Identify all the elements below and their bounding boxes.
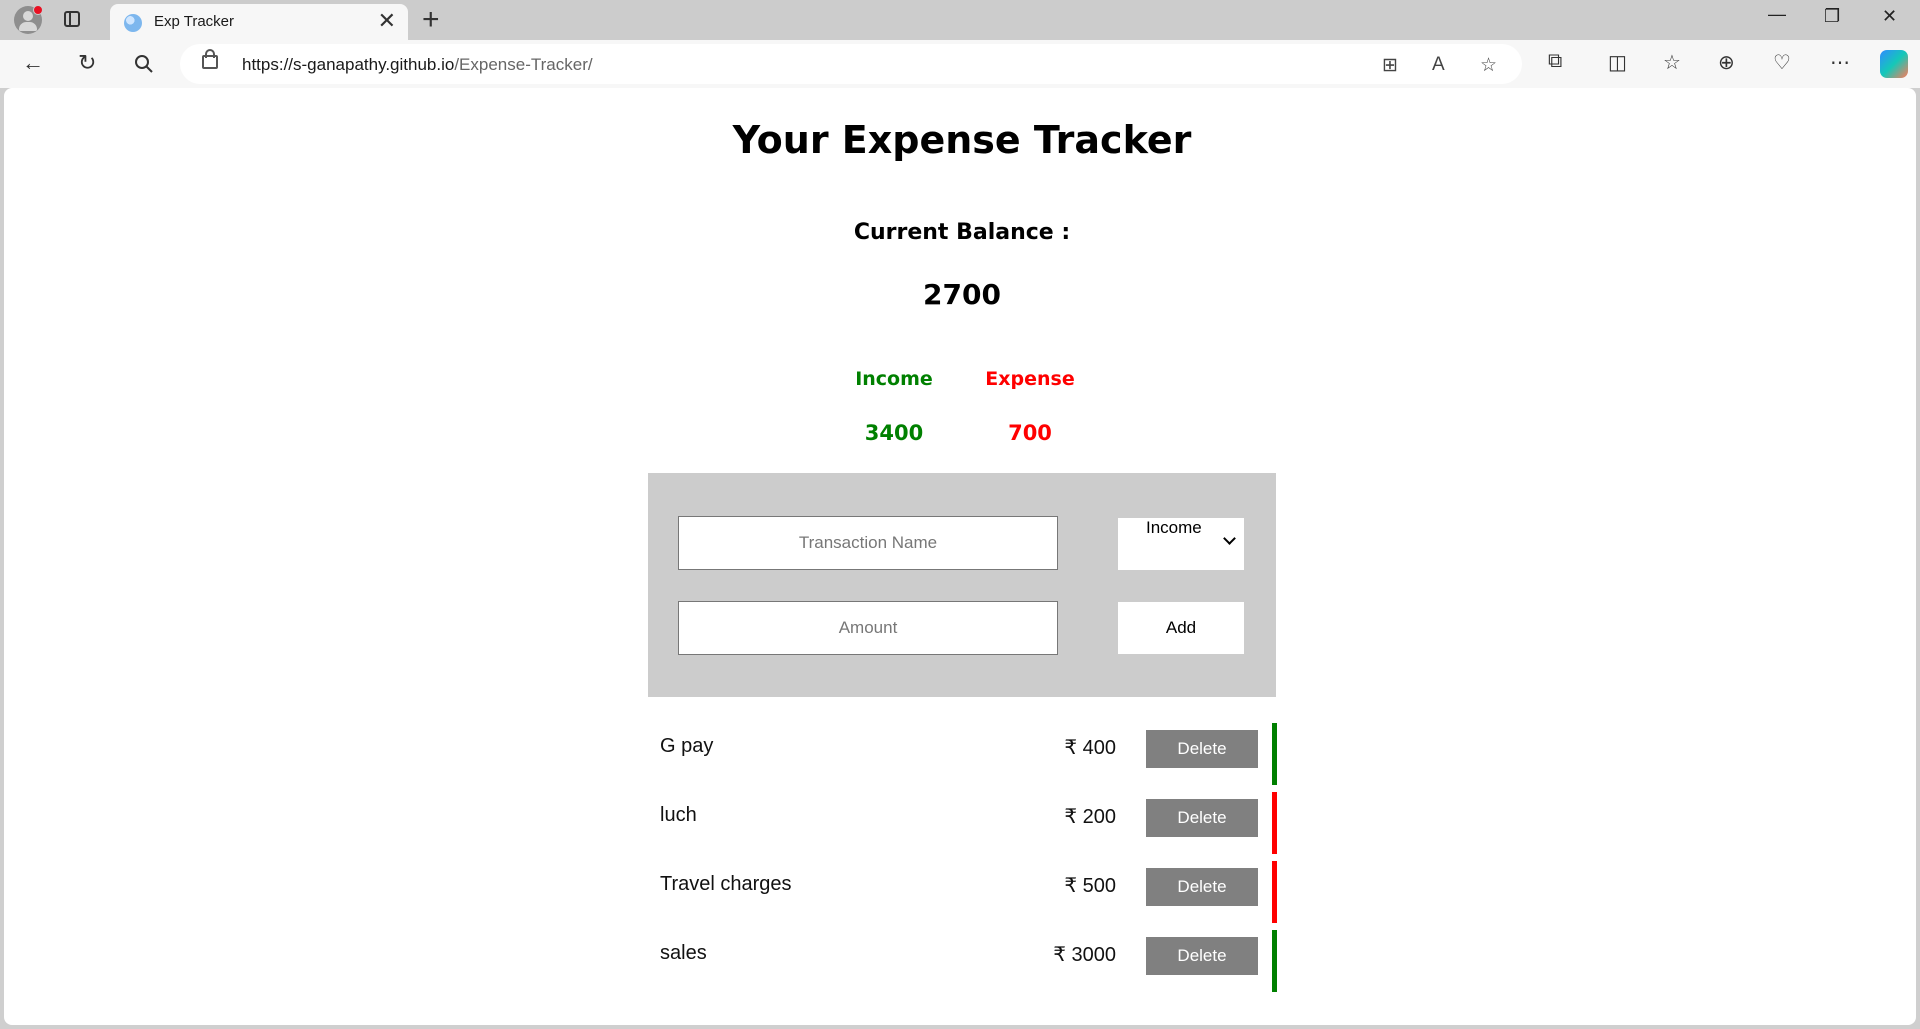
- transaction-type-value: Income: [1146, 518, 1202, 537]
- transaction-form: Income Add: [648, 473, 1276, 697]
- transaction-amount: ₹ 400: [1064, 737, 1116, 759]
- transaction-row: Travel charges ₹ 500 Delete: [648, 861, 1277, 930]
- balance-label: Current Balance :: [853, 220, 1071, 245]
- tab-actions-icon[interactable]: [64, 11, 80, 27]
- browser-tab[interactable]: Exp Tracker ✕: [110, 4, 408, 40]
- url-field[interactable]: https://s-ganapathy.github.io/Expense-Tr…: [180, 44, 1522, 84]
- tab-strip: Exp Tracker ✕ + — ❐ ✕: [0, 0, 1920, 40]
- split-screen-icon[interactable]: ◫: [1608, 50, 1627, 75]
- transaction-name: sales: [660, 942, 707, 964]
- address-bar: ← ↻ https://s-ganapathy.github.io/Expens…: [0, 40, 1920, 88]
- delete-button[interactable]: Delete: [1146, 730, 1258, 768]
- favorite-icon[interactable]: ☆: [1480, 54, 1497, 77]
- favorites-icon[interactable]: ☆: [1663, 50, 1681, 75]
- income-indicator-bar: [1272, 723, 1277, 785]
- app-available-icon[interactable]: ⊞: [1382, 54, 1398, 77]
- expense-indicator-bar: [1272, 792, 1277, 854]
- transaction-list: G pay ₹ 400 Delete luch ₹ 200 Delete Tra…: [648, 723, 1277, 999]
- income-indicator-bar: [1272, 930, 1277, 992]
- transaction-row: G pay ₹ 400 Delete: [648, 723, 1277, 792]
- transaction-row: sales ₹ 3000 Delete: [648, 930, 1277, 999]
- globe-icon: [124, 14, 142, 32]
- transaction-row: luch ₹ 200 Delete: [648, 792, 1277, 861]
- balance-value: 2700: [923, 278, 1001, 311]
- transaction-type-select[interactable]: Income: [1118, 518, 1244, 570]
- delete-button[interactable]: Delete: [1146, 937, 1258, 975]
- search-icon[interactable]: [134, 54, 154, 74]
- add-button[interactable]: Add: [1118, 602, 1244, 654]
- amount-input[interactable]: [678, 601, 1058, 655]
- transaction-name: Travel charges: [660, 873, 792, 895]
- transaction-name: luch: [660, 804, 697, 826]
- new-tab-button[interactable]: +: [422, 2, 440, 38]
- read-aloud-icon[interactable]: A: [1432, 54, 1445, 76]
- lock-icon[interactable]: [202, 49, 218, 69]
- copilot-icon[interactable]: [1880, 50, 1908, 78]
- income-value: 3400: [864, 421, 924, 445]
- expense-value: 700: [1008, 421, 1052, 445]
- restore-button[interactable]: ❐: [1824, 6, 1840, 27]
- page-title: Your Expense Tracker: [732, 118, 1192, 162]
- more-icon[interactable]: ⋯: [1830, 50, 1850, 75]
- collections-icon[interactable]: ⊕: [1718, 50, 1735, 75]
- browser-essentials-icon[interactable]: ♡: [1773, 50, 1791, 75]
- refresh-icon[interactable]: ↻: [78, 50, 96, 76]
- income-label: Income: [855, 368, 933, 390]
- chevron-down-icon: [1223, 532, 1236, 545]
- minimize-button[interactable]: —: [1768, 4, 1786, 25]
- transaction-amount: ₹ 200: [1064, 806, 1116, 828]
- delete-button[interactable]: Delete: [1146, 799, 1258, 837]
- url-text: https://s-ganapathy.github.io/Expense-Tr…: [242, 55, 593, 74]
- close-window-button[interactable]: ✕: [1882, 6, 1897, 27]
- delete-button[interactable]: Delete: [1146, 868, 1258, 906]
- profile-icon[interactable]: [14, 5, 43, 34]
- expense-label: Expense: [985, 368, 1075, 390]
- extensions-icon[interactable]: ⧉: [1548, 50, 1562, 73]
- tab-title: Exp Tracker: [154, 13, 235, 30]
- transaction-name-input[interactable]: [678, 516, 1058, 570]
- close-tab-icon[interactable]: ✕: [378, 10, 396, 32]
- expense-indicator-bar: [1272, 861, 1277, 923]
- transaction-amount: ₹ 3000: [1053, 944, 1116, 966]
- transaction-amount: ₹ 500: [1064, 875, 1116, 897]
- back-icon[interactable]: ←: [22, 50, 44, 76]
- page-viewport: Your Expense Tracker Current Balance : 2…: [4, 88, 1916, 1025]
- transaction-name: G pay: [660, 735, 714, 757]
